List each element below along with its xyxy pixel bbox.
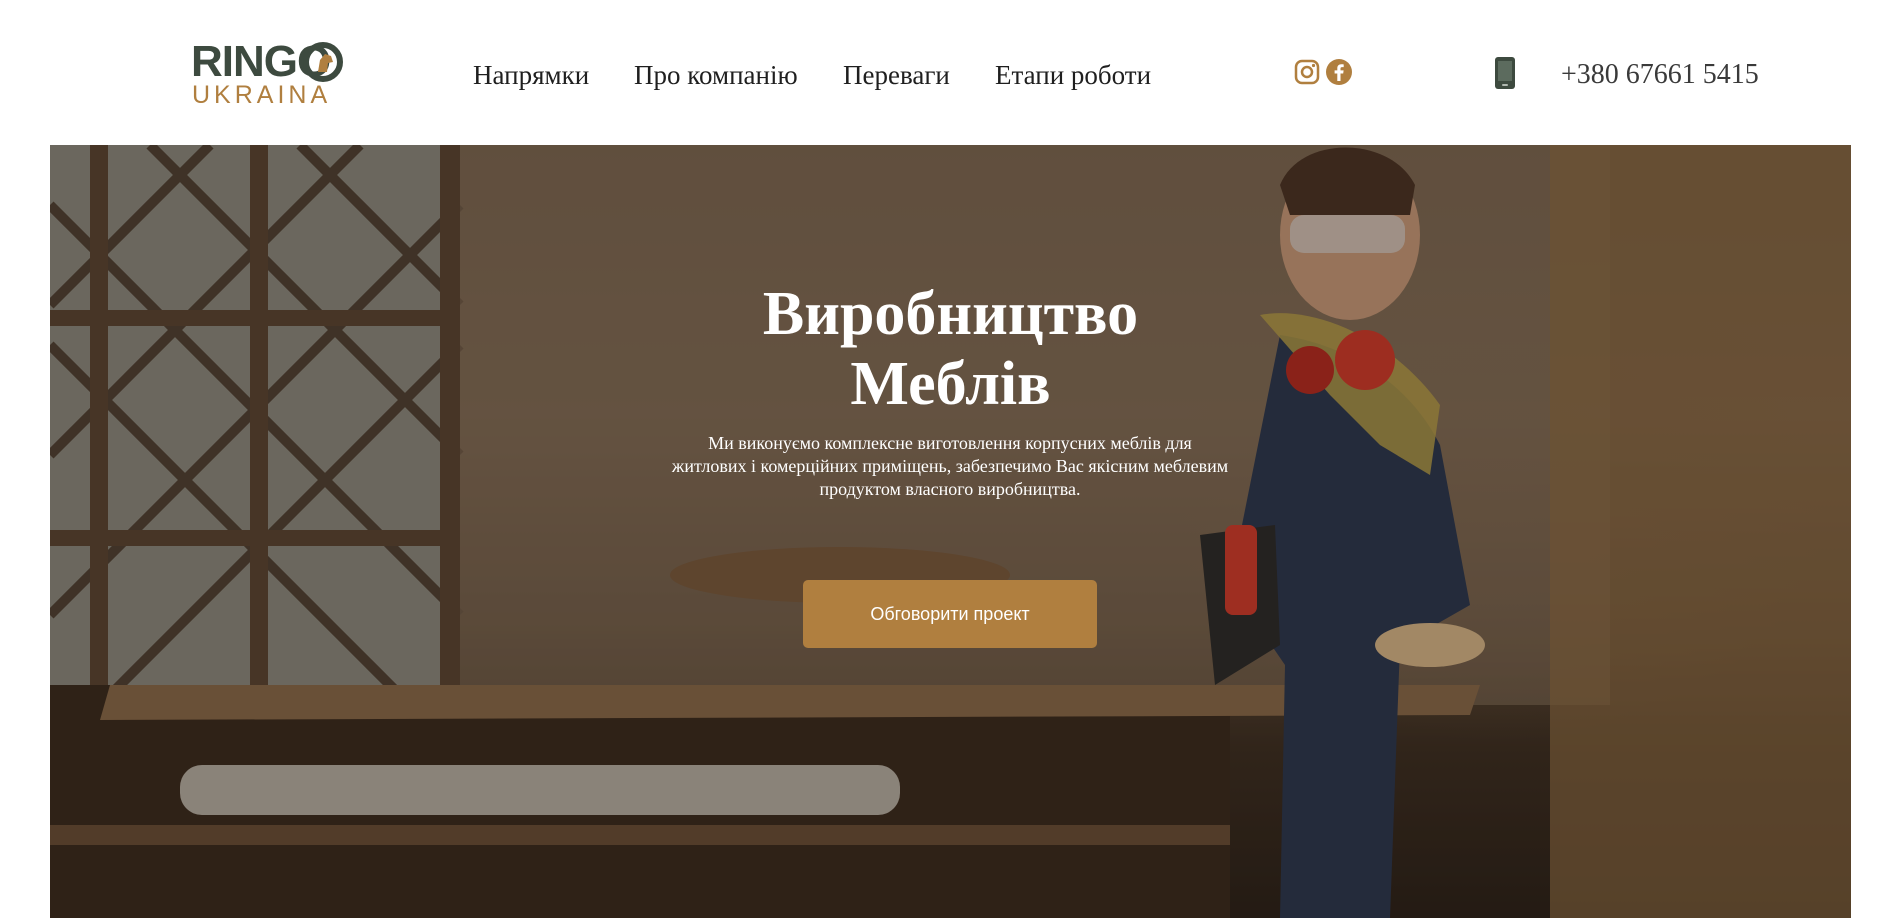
phone-number[interactable]: +380 67661 5415 — [1561, 55, 1759, 95]
nav-item-stages[interactable]: Етапи роботи — [995, 55, 1151, 95]
hero-banner: Виробництво Меблів Ми виконуємо комплекс… — [50, 145, 1851, 918]
nav-item-about[interactable]: Про компанію — [634, 55, 798, 95]
hero-title-line2: Меблів — [850, 350, 1051, 418]
hero-title: Виробництво Меблів — [50, 279, 1851, 419]
hero-overlay — [50, 145, 1851, 918]
horse-head-icon — [303, 42, 343, 82]
instagram-icon[interactable] — [1293, 58, 1321, 86]
hero-title-line1: Виробництво — [762, 280, 1139, 348]
site-header: RINGO UKRAINA Напрямки Про компанію Пере… — [0, 0, 1897, 145]
logo[interactable]: RINGO UKRAINA — [191, 40, 343, 109]
phone-icon — [1495, 57, 1515, 89]
hero-description: Ми виконуємо комплексне виготовлення кор… — [671, 433, 1229, 499]
nav-item-directions[interactable]: Напрямки — [473, 55, 589, 95]
logo-text-bottom: UKRAINA — [192, 81, 332, 109]
nav-item-advantages[interactable]: Переваги — [843, 55, 950, 95]
facebook-icon[interactable] — [1325, 58, 1353, 86]
discuss-project-button[interactable]: Обговорити проект — [803, 580, 1097, 648]
